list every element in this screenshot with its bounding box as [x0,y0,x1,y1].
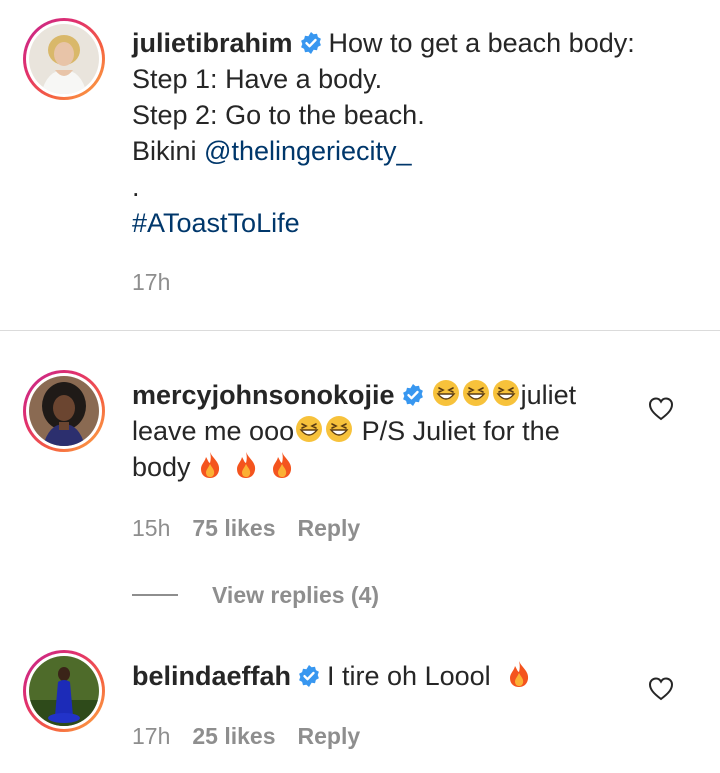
fire-icon [236,452,255,478]
grinning-squinting-face-icon [432,380,459,406]
verified-badge-icon [299,665,319,687]
caption-line-2: Step 1: Have a body. [132,64,383,94]
view-replies-label: View replies (4) [212,581,380,608]
grinning-squinting-face-icon [326,416,353,442]
caption-text: julietibrahim How to get a beach body: St… [132,25,635,241]
comment-username[interactable]: belindaeffah [132,661,291,691]
fire-icon [272,452,291,478]
comment-likes-count[interactable]: 25 likes [192,723,275,749]
comment-meta: 15h 75 likes Reply [132,515,360,542]
comment-username[interactable]: mercyjohnsonokojie [132,380,395,410]
grinning-squinting-face-icon [492,380,519,406]
comment-avatar-mercyjohnsonokojie[interactable] [23,370,105,452]
comment-text-body: I tire oh Loool [327,661,499,691]
comment-text: mercyjohnsonokojie juliet leave me ooo P/… [132,377,612,485]
comment-text-part-d: body [132,452,191,482]
comment-timestamp: 17h [132,723,171,749]
comment-meta: 17h 25 likes Reply [132,723,360,750]
comments-screen: julietibrahim How to get a beach body: St… [0,0,720,773]
divider [0,330,720,331]
comment-likes-count[interactable]: 75 likes [192,515,275,541]
comment-text-part-a: juliet [520,380,577,410]
caption-line-3: Step 2: Go to the beach. [132,100,425,130]
view-replies-button[interactable]: View replies (4) [132,580,379,610]
caption-line-5: . [132,172,140,202]
reply-button[interactable]: Reply [298,515,361,541]
comment-text-part-c: P/S Juliet for the [354,416,560,446]
caption-line-1: How to get a beach body: [328,28,635,58]
caption-meta: 17h [132,269,170,296]
like-heart-icon[interactable] [648,396,674,422]
comment-timestamp: 15h [132,515,171,541]
caption-line-4: Bikini [132,136,205,166]
caption-hashtag-link[interactable]: #AToastToLife [132,205,635,241]
verified-badge-icon [300,32,321,54]
caption-username[interactable]: julietibrahim [132,28,293,58]
caption-avatar[interactable] [23,18,105,100]
replies-divider-line [132,594,178,596]
fire-icon [510,661,529,687]
fire-icon [200,452,219,478]
like-heart-icon[interactable] [648,676,674,702]
grinning-squinting-face-icon [462,380,489,406]
comment-avatar-belindaeffah[interactable] [23,650,105,732]
reply-button[interactable]: Reply [298,723,361,749]
caption-mention-link[interactable]: @thelingeriecity_ [204,136,412,166]
comment-text: belindaeffah I tire oh Loool [132,658,534,694]
caption-timestamp: 17h [132,269,171,295]
verified-badge-icon [402,384,423,406]
comment-text-part-b: leave me ooo [132,416,295,446]
grinning-squinting-face-icon [296,416,323,442]
